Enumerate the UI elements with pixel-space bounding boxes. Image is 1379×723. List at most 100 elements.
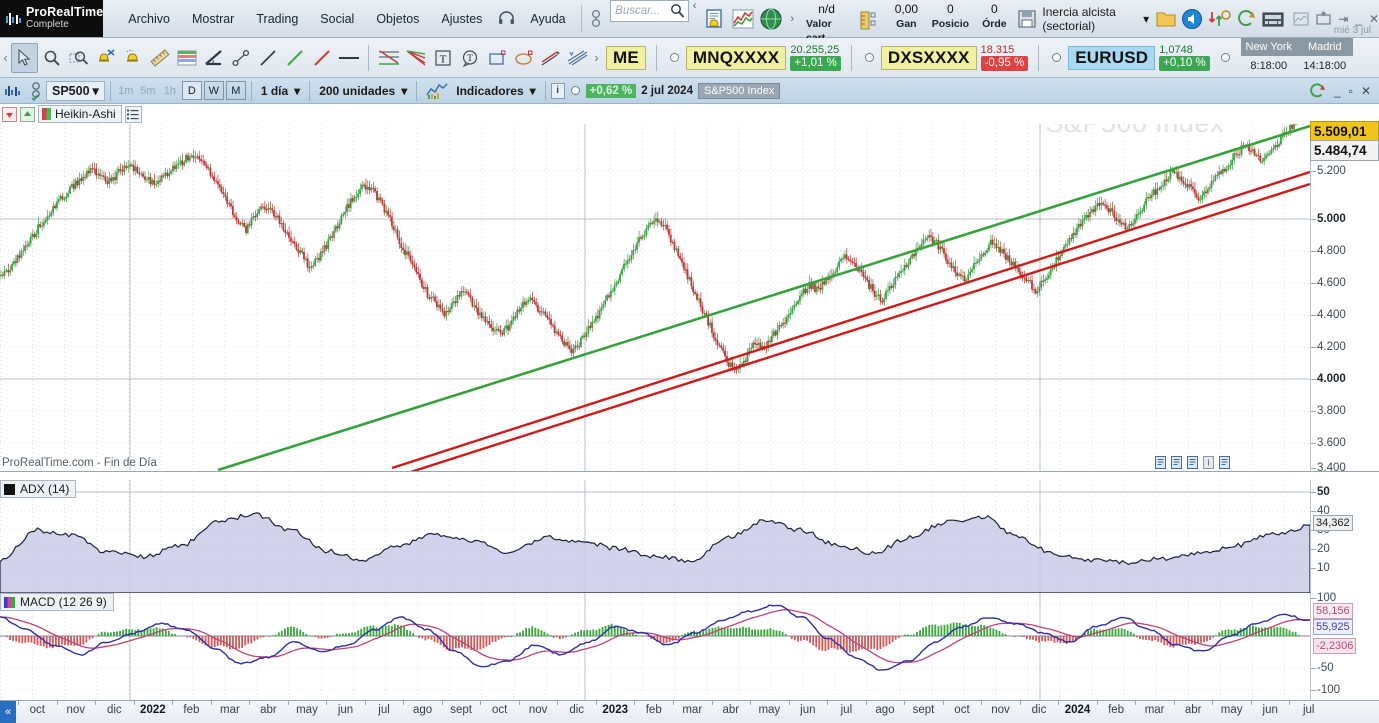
- macd-plot[interactable]: [0, 593, 1310, 700]
- layout-icon[interactable]: [1293, 12, 1309, 26]
- timeframe-M[interactable]: M: [226, 81, 246, 100]
- trendline-green-tool[interactable]: [281, 43, 308, 73]
- minimize-button[interactable]: _: [1355, 12, 1362, 26]
- scroll-left-button[interactable]: «: [0, 701, 16, 723]
- chart-maximize-button[interactable]: ▫: [1349, 84, 1353, 98]
- series-list-icon[interactable]: [125, 106, 142, 123]
- zoom-selection-tool[interactable]: [65, 43, 92, 73]
- indicators-selector[interactable]: Indicadores ▾: [452, 84, 539, 98]
- refresh-icon[interactable]: [1235, 9, 1257, 29]
- price-panel[interactable]: S&P500 Index ProRealTime.com - Fin de Dí…: [0, 104, 1379, 472]
- pointer-tool[interactable]: [11, 43, 38, 73]
- pitchfork-tool[interactable]: [564, 43, 591, 73]
- ruler-tool[interactable]: [146, 43, 173, 73]
- chevron-down-icon[interactable]: ▾: [530, 84, 536, 98]
- color-palette-tool[interactable]: [173, 43, 200, 73]
- price-plot[interactable]: S&P500 Index ProRealTime.com - Fin de Dí…: [0, 104, 1310, 471]
- search-input[interactable]: Buscar...: [610, 0, 689, 22]
- indicator-icon[interactable]: [422, 82, 452, 100]
- macd-panel[interactable]: MACD (12 26 9) 100 -50 -100 58,156 55,92…: [0, 593, 1379, 700]
- link-chain-icon[interactable]: [585, 0, 606, 38]
- toolbar-scroll-right[interactable]: ›: [591, 51, 602, 65]
- instrument-link-icon[interactable]: [26, 81, 46, 101]
- menu-ajustes[interactable]: Ajustes: [430, 0, 493, 38]
- menu-social[interactable]: Social: [309, 0, 365, 38]
- quote-item-me[interactable]: ME: [602, 38, 650, 78]
- period-selector[interactable]: 1 día ▾: [257, 84, 304, 98]
- pin-panel-icon[interactable]: [1316, 11, 1331, 26]
- time-axis[interactable]: « octnovdic2022febmarabrmayjunjulagosept…: [0, 700, 1379, 723]
- adx-plot[interactable]: [0, 480, 1310, 593]
- menu-ayuda[interactable]: Ayuda: [519, 0, 576, 38]
- macd-indicator-label[interactable]: MACD (12 26 9): [0, 593, 114, 611]
- quote-radio-icon[interactable]: [670, 53, 679, 62]
- note-icon[interactable]: [1219, 456, 1230, 469]
- chevron-down-icon[interactable]: ▾: [401, 84, 407, 98]
- account-overflow-chevron[interactable]: ›: [786, 13, 798, 25]
- menu-mostrar[interactable]: Mostrar: [181, 0, 245, 38]
- menu-trading[interactable]: Trading: [245, 0, 309, 38]
- save-icon[interactable]: [1017, 9, 1037, 29]
- note-icon[interactable]: [1155, 456, 1166, 469]
- keyboard-icon[interactable]: [1261, 9, 1285, 29]
- folder-icon[interactable]: [1155, 9, 1177, 29]
- info-icon[interactable]: i: [551, 83, 565, 99]
- quote-radio-icon[interactable]: [865, 53, 874, 62]
- timeframe-1h[interactable]: 1h: [160, 81, 180, 100]
- price-axis[interactable]: 5.200 5.000 4.800 4.600 4.400 4.200 4.00…: [1310, 104, 1379, 471]
- text-tool[interactable]: T: [429, 43, 456, 73]
- candle-style-heikin-ashi[interactable]: Heikin-Ashi: [38, 105, 122, 123]
- quote-radio-icon[interactable]: [1052, 53, 1061, 62]
- chevron-down-icon[interactable]: ▾: [93, 83, 99, 98]
- units-selector[interactable]: 200 unidades ▾: [315, 84, 411, 98]
- parallel-channel-tool[interactable]: [537, 43, 564, 73]
- sync-refresh-icon[interactable]: [1308, 83, 1326, 99]
- fibonacci-retracement-tool[interactable]: [375, 43, 402, 73]
- quote-item-eurusd[interactable]: EURUSD 1,0748 +0,10 %: [1045, 38, 1214, 78]
- zoom-in-tool[interactable]: [38, 43, 65, 73]
- macd-axis[interactable]: 100 -50 -100 58,156 55,925 -2,2306: [1310, 593, 1379, 700]
- quote-radio-icon[interactable]: [1221, 53, 1230, 62]
- quote-item-mnq[interactable]: MNQXXXX 20.255,25 +1,01 %: [663, 38, 845, 78]
- note-icon[interactable]: [1187, 456, 1198, 469]
- alert-add-icon[interactable]: [119, 43, 146, 73]
- unpin-icon[interactable]: ⇥: [1338, 12, 1348, 26]
- quote-item-next[interactable]: [1214, 38, 1241, 78]
- note-icon[interactable]: [1171, 456, 1182, 469]
- adx-axis[interactable]: 50 40 30 20 10 34,362: [1310, 480, 1379, 593]
- move-down-icon[interactable]: [2, 107, 17, 122]
- headset-icon[interactable]: [493, 0, 519, 38]
- rectangle-tool[interactable]: [483, 43, 510, 73]
- menu-overflow-chevron[interactable]: ‹: [689, 0, 701, 37]
- angle-tool[interactable]: [200, 43, 227, 73]
- globe-icon[interactable]: [758, 0, 784, 38]
- sound-icon[interactable]: [1181, 8, 1203, 30]
- chart-window-icon[interactable]: [730, 0, 756, 38]
- segment-points-tool[interactable]: [227, 43, 254, 73]
- timeframe-1m[interactable]: 1m: [116, 81, 136, 100]
- adx-indicator-label[interactable]: ADX (14): [0, 480, 76, 498]
- toolbar-scroll-left[interactable]: ‹: [0, 51, 11, 65]
- text-balloon-tool[interactable]: T: [456, 43, 483, 73]
- close-button[interactable]: ✕: [1369, 12, 1379, 26]
- move-up-icon[interactable]: [20, 107, 35, 122]
- info-note-icon[interactable]: i: [1203, 456, 1214, 469]
- alert-bell-arrows-icon[interactable]: [1207, 9, 1231, 29]
- horizontal-line-tool[interactable]: [335, 43, 362, 73]
- fibonacci-fan-tool[interactable]: [402, 43, 429, 73]
- adx-panel[interactable]: ADX (14) 50 40 30 20 10 34,362: [0, 480, 1379, 593]
- trendline-tool[interactable]: [254, 43, 281, 73]
- alerts-icon[interactable]: [702, 0, 728, 38]
- timeframe-W[interactable]: W: [204, 81, 224, 100]
- quote-item-dxs[interactable]: DXSXXXX 18.315 -0,95 %: [858, 38, 1032, 78]
- menu-objetos[interactable]: Objetos: [365, 0, 430, 38]
- alert-remove-icon[interactable]: [92, 43, 119, 73]
- chevron-down-icon[interactable]: ▾: [294, 84, 300, 98]
- timeframe-5m[interactable]: 5m: [138, 81, 158, 100]
- trendline-red-tool[interactable]: [308, 43, 335, 73]
- ticker-selector[interactable]: SP500 ▾: [46, 81, 105, 101]
- portfolio-selector[interactable]: Inercia alcista (sectorial) ▾: [1013, 0, 1149, 37]
- timeframe-D[interactable]: D: [182, 81, 202, 100]
- ellipse-tool[interactable]: [510, 43, 537, 73]
- chart-radio-icon[interactable]: [571, 86, 580, 95]
